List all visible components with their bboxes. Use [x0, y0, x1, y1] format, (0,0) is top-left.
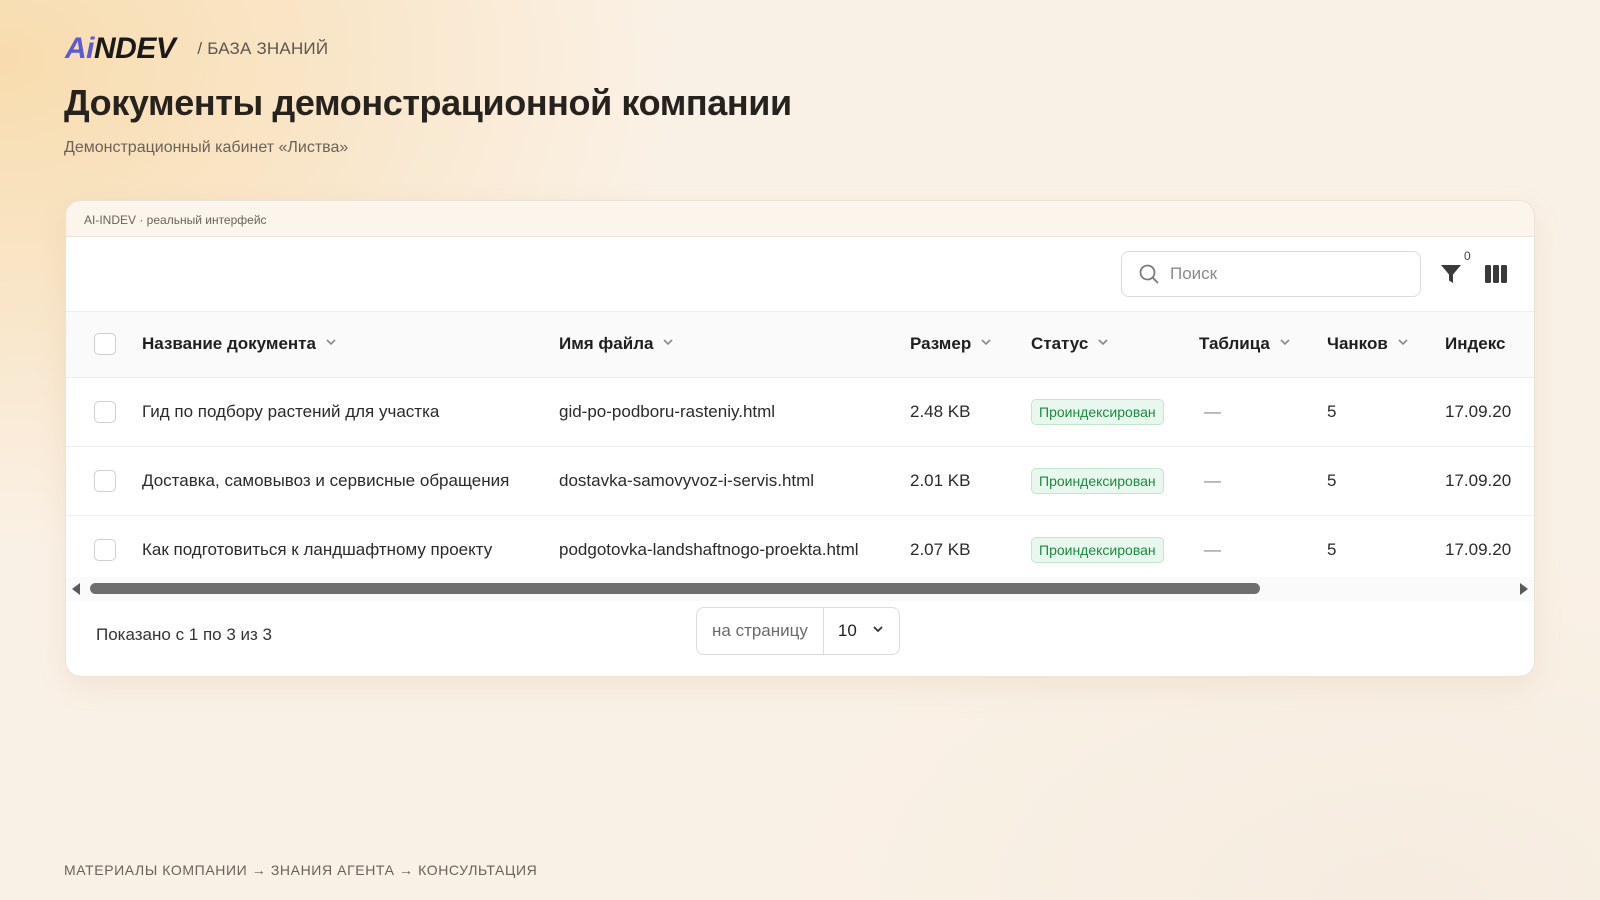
table-cell: —	[1204, 539, 1221, 559]
column-header-file[interactable]: Имя файла	[559, 334, 675, 354]
row-checkbox[interactable]	[94, 538, 116, 561]
file-size: 2.07 KB	[910, 539, 971, 559]
scroll-right-arrow-icon[interactable]	[1520, 583, 1528, 595]
logo-ai: Ai	[65, 32, 95, 65]
chevron-down-icon	[871, 621, 885, 641]
column-header-name[interactable]: Название документа	[142, 334, 338, 354]
file-size: 2.01 KB	[910, 470, 971, 490]
per-page-select[interactable]: 10	[824, 608, 899, 654]
chevron-down-icon	[324, 334, 338, 354]
per-page-control[interactable]: на страницу 10	[696, 607, 900, 655]
per-page-label: на страницу	[697, 608, 824, 654]
column-header-index[interactable]: Индекс	[1445, 334, 1505, 354]
chunks-count: 5	[1327, 539, 1337, 559]
status-badge: Проиндексирован	[1031, 467, 1164, 494]
per-page-value: 10	[837, 621, 857, 640]
chevron-down-icon	[1096, 334, 1110, 354]
row-checkbox[interactable]	[94, 469, 116, 492]
file-name: gid-po-podboru-rasteniy.html	[559, 401, 776, 421]
column-header-size[interactable]: Размер	[910, 334, 993, 354]
table-toolbar: 0	[66, 237, 1534, 312]
scrollbar-thumb[interactable]	[90, 583, 1260, 594]
logo-indev: NDEV	[94, 32, 176, 65]
pagination-summary: Показано с 1 по 3 из 3	[96, 625, 272, 644]
document-name: Гид по подбору растений для участка	[142, 401, 440, 421]
scroll-left-arrow-icon[interactable]	[72, 583, 80, 595]
columns-icon	[1484, 263, 1508, 290]
filter-button[interactable]	[1436, 261, 1466, 291]
document-name: Как подготовиться к ландшафтному проекту	[142, 539, 493, 559]
documents-table: Название документа Имя файла Размер Стат…	[66, 312, 1534, 584]
filter-icon	[1439, 262, 1463, 291]
chevron-down-icon	[1278, 334, 1292, 354]
horizontal-scrollbar[interactable]	[66, 577, 1534, 601]
header: Ai NDEV / БАЗА ЗНАНИЙ	[65, 32, 328, 66]
status-badge: Проиндексирован	[1031, 536, 1164, 563]
chevron-down-icon	[1396, 334, 1410, 354]
index-date: 17.09.20	[1445, 470, 1512, 490]
filter-count-badge: 0	[1464, 249, 1471, 263]
search-icon	[1138, 263, 1160, 285]
table-row[interactable]: Доставка, самовывоз и сервисные обращени…	[66, 446, 1534, 515]
file-size: 2.48 KB	[910, 401, 971, 421]
document-name: Доставка, самовывоз и сервисные обращени…	[142, 470, 510, 490]
table-header-row: Название документа Имя файла Размер Стат…	[66, 312, 1534, 378]
page-subtitle: Демонстрационный кабинет «Листва»	[64, 139, 349, 156]
table-scroll-area[interactable]: Название документа Имя файла Размер Стат…	[66, 312, 1534, 612]
table-footer: Показано с 1 по 3 из 3 на страницу 10	[66, 601, 1534, 676]
process-flow: МАТЕРИАЛЫ КОМПАНИИ → ЗНАНИЯ АГЕНТА → КОН…	[64, 862, 538, 878]
table-cell: —	[1204, 401, 1221, 421]
columns-button[interactable]	[1481, 261, 1511, 291]
row-checkbox[interactable]	[94, 400, 116, 423]
chevron-down-icon	[979, 334, 993, 354]
file-name: podgotovka-landshaftnogo-proekta.html	[559, 539, 859, 559]
search-input[interactable]	[1170, 264, 1410, 284]
table-row[interactable]: Гид по подбору растений для участка gid-…	[66, 377, 1534, 446]
table-cell: —	[1204, 470, 1221, 490]
table-row[interactable]: Как подготовиться к ландшафтному проекту…	[66, 515, 1534, 584]
index-date: 17.09.20	[1445, 401, 1512, 421]
column-header-status[interactable]: Статус	[1031, 334, 1110, 354]
page-title: Документы демонстрационной компании	[64, 82, 792, 123]
search-box[interactable]	[1121, 251, 1421, 297]
chunks-count: 5	[1327, 470, 1337, 490]
status-badge: Проиндексирован	[1031, 398, 1164, 425]
column-header-table[interactable]: Таблица	[1199, 334, 1292, 354]
chunks-count: 5	[1327, 401, 1337, 421]
documents-panel: AI-INDEV · реальный интерфейс 0	[65, 200, 1535, 677]
index-date: 17.09.20	[1445, 539, 1512, 559]
file-name: dostavka-samovyvoz-i-servis.html	[559, 470, 815, 490]
select-all-checkbox[interactable]	[94, 333, 116, 356]
chevron-down-icon	[661, 334, 675, 354]
brand-logo[interactable]: Ai NDEV	[65, 32, 176, 66]
breadcrumb[interactable]: / БАЗА ЗНАНИЙ	[197, 39, 328, 59]
panel-caption: AI-INDEV · реальный интерфейс	[66, 201, 1534, 237]
column-header-chunks[interactable]: Чанков	[1327, 334, 1410, 354]
